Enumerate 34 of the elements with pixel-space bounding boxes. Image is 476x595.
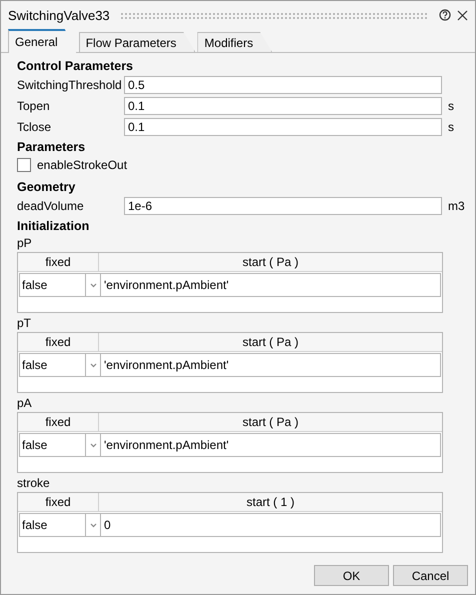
- column-header: fixed: [18, 413, 99, 431]
- tab[interactable]: General: [8, 29, 77, 53]
- field-label: Tclose: [17, 120, 52, 134]
- column-header: start ( Pa ): [241, 414, 300, 431]
- input-field[interactable]: 0.1: [124, 97, 442, 115]
- column-header: fixed: [18, 253, 99, 271]
- table-label: pA: [17, 395, 33, 411]
- window-title: SwitchingValve33: [8, 8, 110, 22]
- section-heading: Geometry: [17, 179, 76, 196]
- input-field[interactable]: 1e-6: [124, 197, 442, 215]
- table-label: pP: [17, 235, 33, 251]
- column-header: start ( 1 ): [245, 494, 296, 511]
- tab[interactable]: Modifiers: [197, 32, 272, 52]
- unit-label: m3: [448, 199, 465, 213]
- table-label: pT: [17, 315, 32, 331]
- dialog-button[interactable]: OK: [314, 565, 389, 586]
- input-field[interactable]: 0.1: [124, 118, 442, 136]
- section-heading: Control Parameters: [17, 58, 134, 75]
- column-header: start ( Pa ): [241, 254, 300, 271]
- checkbox-label: enableStrokeOut: [37, 158, 128, 172]
- dialog-button[interactable]: Cancel: [393, 565, 468, 586]
- column-header: start ( Pa ): [241, 334, 300, 351]
- field-label: SwitchingThreshold: [17, 78, 123, 92]
- field-label: deadVolume: [17, 199, 85, 213]
- table-label: stroke: [17, 475, 51, 491]
- section-heading: Parameters: [17, 139, 86, 156]
- column-header: fixed: [18, 333, 99, 351]
- column-header: fixed: [18, 493, 99, 511]
- section-heading: Initialization: [17, 218, 90, 235]
- tab[interactable]: Flow Parameters: [78, 32, 196, 52]
- input-field[interactable]: 0.5: [124, 76, 442, 94]
- unit-label: s: [448, 99, 454, 113]
- field-label: Topen: [17, 99, 51, 113]
- unit-label: s: [448, 120, 454, 134]
